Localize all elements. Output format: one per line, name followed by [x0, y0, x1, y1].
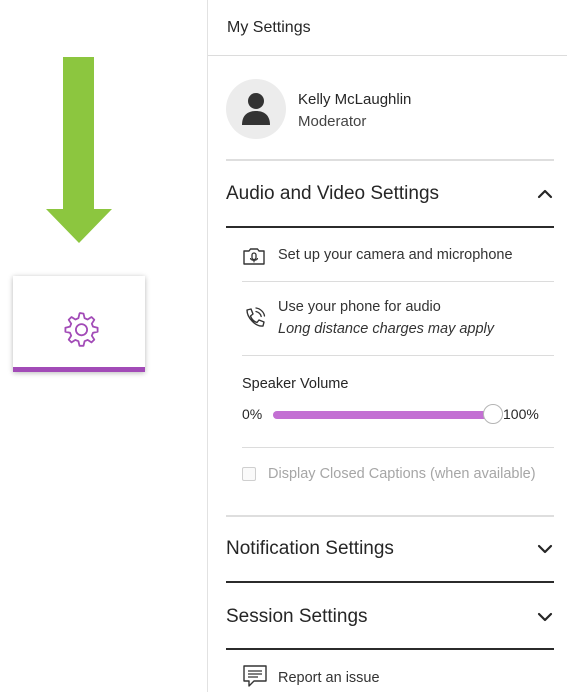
phone-icon [242, 306, 268, 336]
notification-settings-header[interactable]: Notification Settings [226, 529, 554, 569]
captions-divider [226, 515, 554, 517]
phone-audio-note: Long distance charges may apply [278, 321, 495, 337]
audio-video-settings-title: Audio and Video Settings [226, 183, 440, 204]
chevron-down-icon [536, 608, 554, 626]
row-divider [242, 355, 554, 356]
panel-title: My Settings [208, 0, 567, 56]
session-settings-title: Session Settings [226, 606, 368, 627]
chevron-down-icon [536, 540, 554, 558]
camera-microphone-icon [242, 247, 266, 271]
audio-video-settings-header[interactable]: Audio and Video Settings [226, 174, 554, 214]
notification-settings-title: Notification Settings [226, 538, 394, 559]
gear-icon [64, 312, 99, 347]
camera-microphone-label: Set up your camera and microphone [278, 247, 513, 263]
speaker-volume-slider[interactable] [273, 404, 503, 424]
report-issue-label: Report an issue [278, 670, 380, 686]
report-issue-icon [242, 664, 268, 692]
arrow-shaft [63, 57, 94, 209]
user-profile: Kelly McLaughlin Moderator [226, 79, 536, 141]
row-divider [242, 281, 554, 282]
phone-audio-option[interactable]: Use your phone for audio Long distance c… [242, 299, 552, 343]
user-role: Moderator [298, 113, 367, 130]
slider-fill [273, 411, 493, 419]
settings-panel: My Settings Kelly McLaughlin Moderator A… [207, 0, 567, 692]
session-divider [226, 648, 554, 650]
user-name: Kelly McLaughlin [298, 91, 412, 108]
settings-arrow: Settings [46, 57, 123, 244]
arrow-head [46, 209, 112, 243]
profile-divider [226, 159, 554, 161]
speaker-volume-label: Speaker Volume [242, 376, 349, 392]
session-settings-header[interactable]: Session Settings [226, 597, 554, 637]
audio-video-divider [226, 226, 554, 228]
user-icon [242, 93, 270, 125]
notification-divider [226, 581, 554, 583]
closed-captions-label: Display Closed Captions (when available) [268, 466, 536, 482]
volume-max-label: 100% [503, 406, 539, 422]
volume-min-label: 0% [242, 406, 263, 422]
avatar [226, 79, 286, 139]
slider-thumb[interactable] [483, 404, 503, 424]
closed-captions-checkbox[interactable] [242, 467, 256, 481]
phone-audio-label: Use your phone for audio [278, 299, 441, 315]
settings-tab-button[interactable] [13, 276, 145, 372]
row-divider [242, 447, 554, 448]
chevron-up-icon [536, 185, 554, 203]
arrow-label: Settings [96, 96, 123, 188]
camera-microphone-setup[interactable]: Set up your camera and microphone [242, 247, 552, 271]
